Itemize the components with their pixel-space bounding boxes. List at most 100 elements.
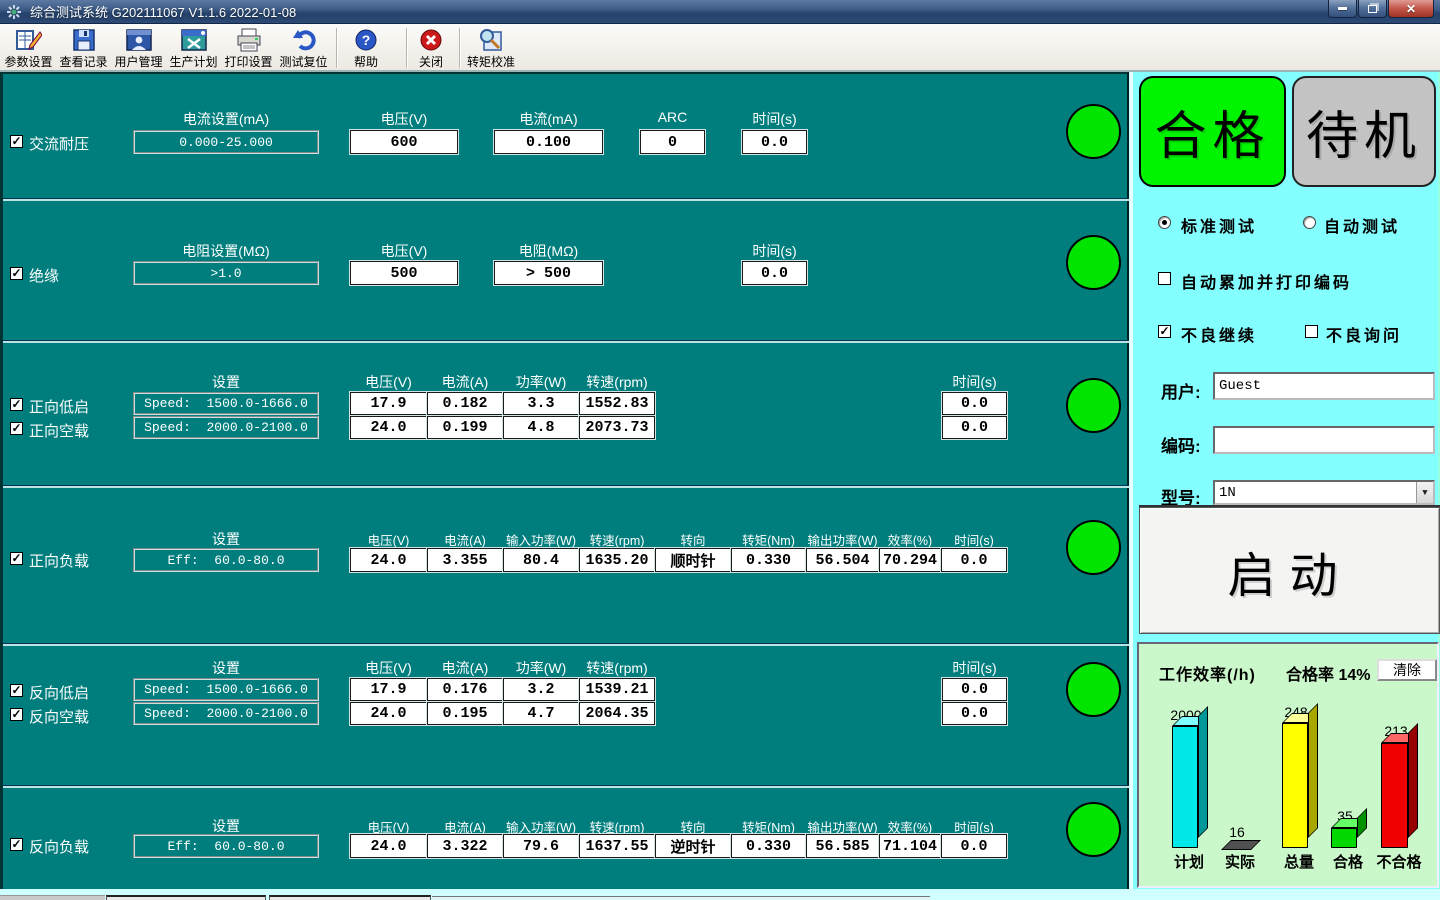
minimize-button[interactable] bbox=[1328, 0, 1357, 18]
chevron-down-icon[interactable]: ▼ bbox=[1416, 482, 1433, 503]
setting-header: 设置 bbox=[133, 658, 319, 678]
torque-calibration-button[interactable]: 转矩校准 bbox=[461, 26, 521, 70]
fwd-load-setting-field[interactable]: Eff: 60.0-80.0 bbox=[133, 548, 319, 572]
ac-current-setting-field[interactable]: 0.000-25.000 bbox=[133, 130, 319, 154]
ac-hipot-checkbox[interactable] bbox=[10, 135, 23, 148]
fwd-lowstart-power-value: 3.3 bbox=[503, 392, 579, 415]
resistance-header: 电阻(MΩ) bbox=[494, 241, 603, 261]
rev-load-torque-value: 0.330 bbox=[731, 834, 806, 858]
model-combobox[interactable]: 1N ▼ bbox=[1213, 480, 1435, 505]
auto-accumulate-print-checkbox[interactable] bbox=[1158, 272, 1171, 285]
fwd-load-label: 正向负载 bbox=[29, 550, 89, 571]
rev-load-setting-field[interactable]: Eff: 60.0-80.0 bbox=[133, 834, 319, 858]
rev-noload-power-value: 4.7 bbox=[503, 702, 579, 725]
fwd-load-input-power-value: 80.4 bbox=[503, 548, 579, 572]
close-app-button[interactable]: 关闭 bbox=[406, 26, 456, 70]
bar-label-actual: 实际 bbox=[1225, 851, 1255, 872]
user-input[interactable] bbox=[1213, 372, 1435, 400]
resistance-setting-header: 电阻设置(MΩ) bbox=[133, 241, 319, 261]
rev-load-checkbox[interactable] bbox=[10, 838, 23, 851]
toolbar: 参数设置 查看记录 用户管理 生产计划 打印设置 bbox=[0, 24, 1440, 72]
svg-text:?: ? bbox=[362, 32, 371, 48]
user-management-button[interactable]: 用户管理 bbox=[111, 26, 166, 70]
speed-header: 转速(rpm) bbox=[579, 658, 655, 678]
setting-header: 设置 bbox=[133, 816, 319, 836]
fwd-load-checkbox[interactable] bbox=[10, 552, 23, 565]
help-button[interactable]: ? 帮助 bbox=[340, 26, 392, 70]
rev-noload-speed-value: 2064.35 bbox=[579, 702, 655, 725]
test-reset-button[interactable]: 测试复位 bbox=[276, 26, 331, 70]
current-header: 电流(mA) bbox=[494, 109, 603, 129]
input-power-header: 输入功率(W) bbox=[503, 530, 579, 549]
rev-load-label: 反向负载 bbox=[29, 836, 89, 857]
rev-noload-checkbox[interactable] bbox=[10, 708, 23, 721]
toolbar-button-label: 关闭 bbox=[419, 53, 443, 70]
fwd-lowstart-checkbox[interactable] bbox=[10, 398, 23, 411]
bar-total bbox=[1282, 723, 1308, 848]
production-plan-button[interactable]: 生产计划 bbox=[166, 26, 221, 70]
fwd-noload-checkbox[interactable] bbox=[10, 422, 23, 435]
fwd-lowstart-speed-value: 1552.83 bbox=[579, 392, 655, 415]
restore-icon bbox=[1368, 5, 1377, 13]
close-window-button[interactable]: ✕ bbox=[1388, 0, 1434, 18]
statistics-panel: 工作效率(/h) 合格率 14% 清除 2000 计划 16 实际 248 总量… bbox=[1137, 642, 1439, 888]
insulation-setting-field[interactable]: >1.0 bbox=[133, 261, 319, 285]
fwd-noload-label: 正向空载 bbox=[29, 420, 89, 441]
fwd-load-output-power-value: 56.504 bbox=[806, 548, 879, 572]
rev-noload-current-value: 0.195 bbox=[427, 702, 503, 725]
fwd-noload-speed-value: 2073.73 bbox=[579, 416, 655, 439]
ac-current-value: 0.100 bbox=[494, 130, 603, 154]
toolbar-button-label: 用户管理 bbox=[114, 53, 162, 70]
standard-test-radio[interactable] bbox=[1158, 216, 1171, 229]
toolbar-button-label: 测试复位 bbox=[279, 53, 327, 70]
ask-on-fail-checkbox[interactable] bbox=[1305, 325, 1318, 338]
bar-value-actual: 16 bbox=[1229, 824, 1245, 840]
clear-button[interactable]: 清除 bbox=[1377, 659, 1437, 681]
section-separator bbox=[3, 341, 1129, 343]
rev-noload-setting-field[interactable]: Speed: 2000.0-2100.0 bbox=[133, 702, 319, 725]
toolbar-button-label: 生产计划 bbox=[169, 53, 217, 70]
rev-lowstart-checkbox[interactable] bbox=[10, 684, 23, 697]
view-records-button[interactable]: 查看记录 bbox=[56, 26, 111, 70]
fwd-lowstart-label: 正向低启 bbox=[29, 396, 89, 417]
work-efficiency-title: 工作效率(/h) bbox=[1159, 661, 1256, 685]
voltage-header: 电压(V) bbox=[350, 241, 458, 261]
fwd-noload-setting-field[interactable]: Speed: 2000.0-2100.0 bbox=[133, 416, 319, 439]
setting-header: 设置 bbox=[133, 372, 319, 392]
bottom-fragment bbox=[269, 895, 431, 900]
current-header: 电流(A) bbox=[427, 372, 503, 392]
rev-noload-time-value: 0.0 bbox=[942, 702, 1007, 725]
section-separator bbox=[3, 786, 1129, 788]
rev-load-voltage-value: 24.0 bbox=[350, 834, 427, 858]
insulation-status-indicator bbox=[1066, 235, 1121, 290]
pass-rate-value: 14% bbox=[1338, 667, 1370, 684]
fwd-lowstart-voltage-value: 17.9 bbox=[350, 392, 427, 415]
user-label: 用户: bbox=[1161, 378, 1201, 403]
auto-test-radio[interactable] bbox=[1303, 216, 1316, 229]
start-button[interactable]: 启动 bbox=[1139, 507, 1440, 634]
ask-on-fail-label: 不良询问 bbox=[1326, 322, 1402, 346]
toolbar-button-label: 转矩校准 bbox=[467, 53, 515, 70]
close-icon: ✕ bbox=[1406, 2, 1416, 16]
rev-load-speed-value: 1637.55 bbox=[579, 834, 655, 858]
code-input[interactable] bbox=[1213, 426, 1435, 454]
parameter-settings-button[interactable]: 参数设置 bbox=[1, 26, 56, 70]
rev-lowstart-setting-field[interactable]: Speed: 1500.0-1666.0 bbox=[133, 678, 319, 701]
result-pass-display: 合格 bbox=[1139, 76, 1286, 187]
current-setting-header: 电流设置(mA) bbox=[133, 109, 319, 129]
continue-on-fail-checkbox[interactable] bbox=[1158, 325, 1171, 338]
restore-button[interactable] bbox=[1358, 0, 1387, 18]
insulation-checkbox[interactable] bbox=[10, 267, 23, 280]
bar-plan bbox=[1172, 726, 1198, 848]
titlebar: 综合测试系统 G202111067 V1.1.6 2022-01-08 ✕ bbox=[0, 0, 1440, 24]
print-settings-button[interactable]: 打印设置 bbox=[221, 26, 276, 70]
parameter-settings-icon bbox=[16, 26, 42, 52]
rev-load-current-value: 3.322 bbox=[427, 834, 503, 858]
bottom-strip bbox=[0, 889, 1440, 900]
fwd-load-voltage-value: 24.0 bbox=[350, 548, 427, 572]
setting-header: 设置 bbox=[133, 529, 319, 549]
current-header: 电流(A) bbox=[427, 530, 503, 549]
bottom-fragment bbox=[432, 896, 930, 900]
fwd-lowstart-setting-field[interactable]: Speed: 1500.0-1666.0 bbox=[133, 392, 319, 415]
rev-load-time-value: 0.0 bbox=[941, 834, 1007, 858]
